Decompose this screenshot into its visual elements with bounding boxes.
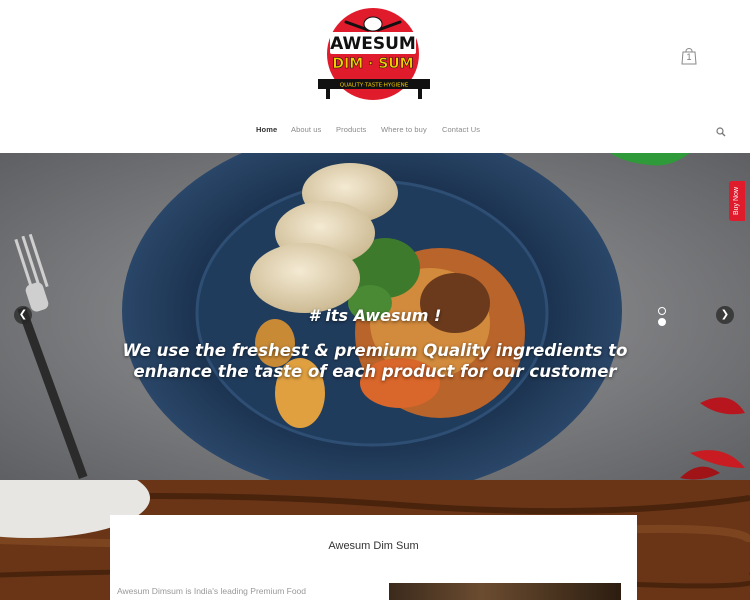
slide-dot-2[interactable]	[658, 318, 666, 326]
intro-text: Awesum Dimsum is India's leading Premium…	[117, 586, 307, 596]
brand-logo[interactable]: AWESUM DIM · SUM QUALITY·TASTE·HYGIENE	[316, 6, 436, 102]
nav-where-to-buy[interactable]: Where to buy	[381, 125, 427, 134]
intro-section: Awesum Dim Sum Awesum Dimsum is India's …	[0, 480, 750, 600]
hero-slider: # its Awesum ! We use the freshest & pre…	[0, 153, 750, 480]
hero-caption: We use the freshest & premium Quality in…	[0, 340, 750, 382]
svg-text:DIM · SUM: DIM · SUM	[332, 56, 413, 72]
hero-tagline: # its Awesum !	[308, 306, 442, 325]
hero-caption-line1: We use the freshest & premium Quality in…	[122, 341, 628, 360]
intro-image	[389, 583, 621, 600]
chevron-left-icon: ❮	[18, 309, 28, 320]
intro-card: Awesum Dim Sum Awesum Dimsum is India's …	[110, 515, 637, 600]
hero-caption-line2: enhance the taste of each product for ou…	[133, 362, 617, 381]
prev-slide-button[interactable]: ❮	[14, 306, 32, 324]
nav-home[interactable]: Home	[256, 125, 277, 134]
chevron-right-icon: ❯	[720, 309, 730, 320]
site-header: AWESUM DIM · SUM QUALITY·TASTE·HYGIENE 1…	[0, 0, 750, 153]
slide-dot-1[interactable]	[658, 307, 666, 315]
intro-title: Awesum Dim Sum	[328, 540, 419, 552]
svg-text:AWESUM: AWESUM	[330, 34, 416, 54]
nav-about-us[interactable]: About us	[291, 125, 321, 134]
buy-now-button[interactable]: Buy Now	[729, 181, 745, 221]
cart-count: 1	[686, 52, 692, 62]
svg-text:QUALITY·TASTE·HYGIENE: QUALITY·TASTE·HYGIENE	[340, 83, 409, 89]
slider-dots	[658, 307, 667, 329]
cart-button[interactable]: 1	[681, 48, 697, 65]
nav-contact-us[interactable]: Contact Us	[442, 125, 480, 134]
nav-products[interactable]: Products	[336, 125, 366, 134]
next-slide-button[interactable]: ❯	[716, 306, 734, 324]
main-nav: Home About us Products Where to buy Cont…	[0, 125, 750, 139]
search-icon[interactable]	[716, 127, 726, 137]
